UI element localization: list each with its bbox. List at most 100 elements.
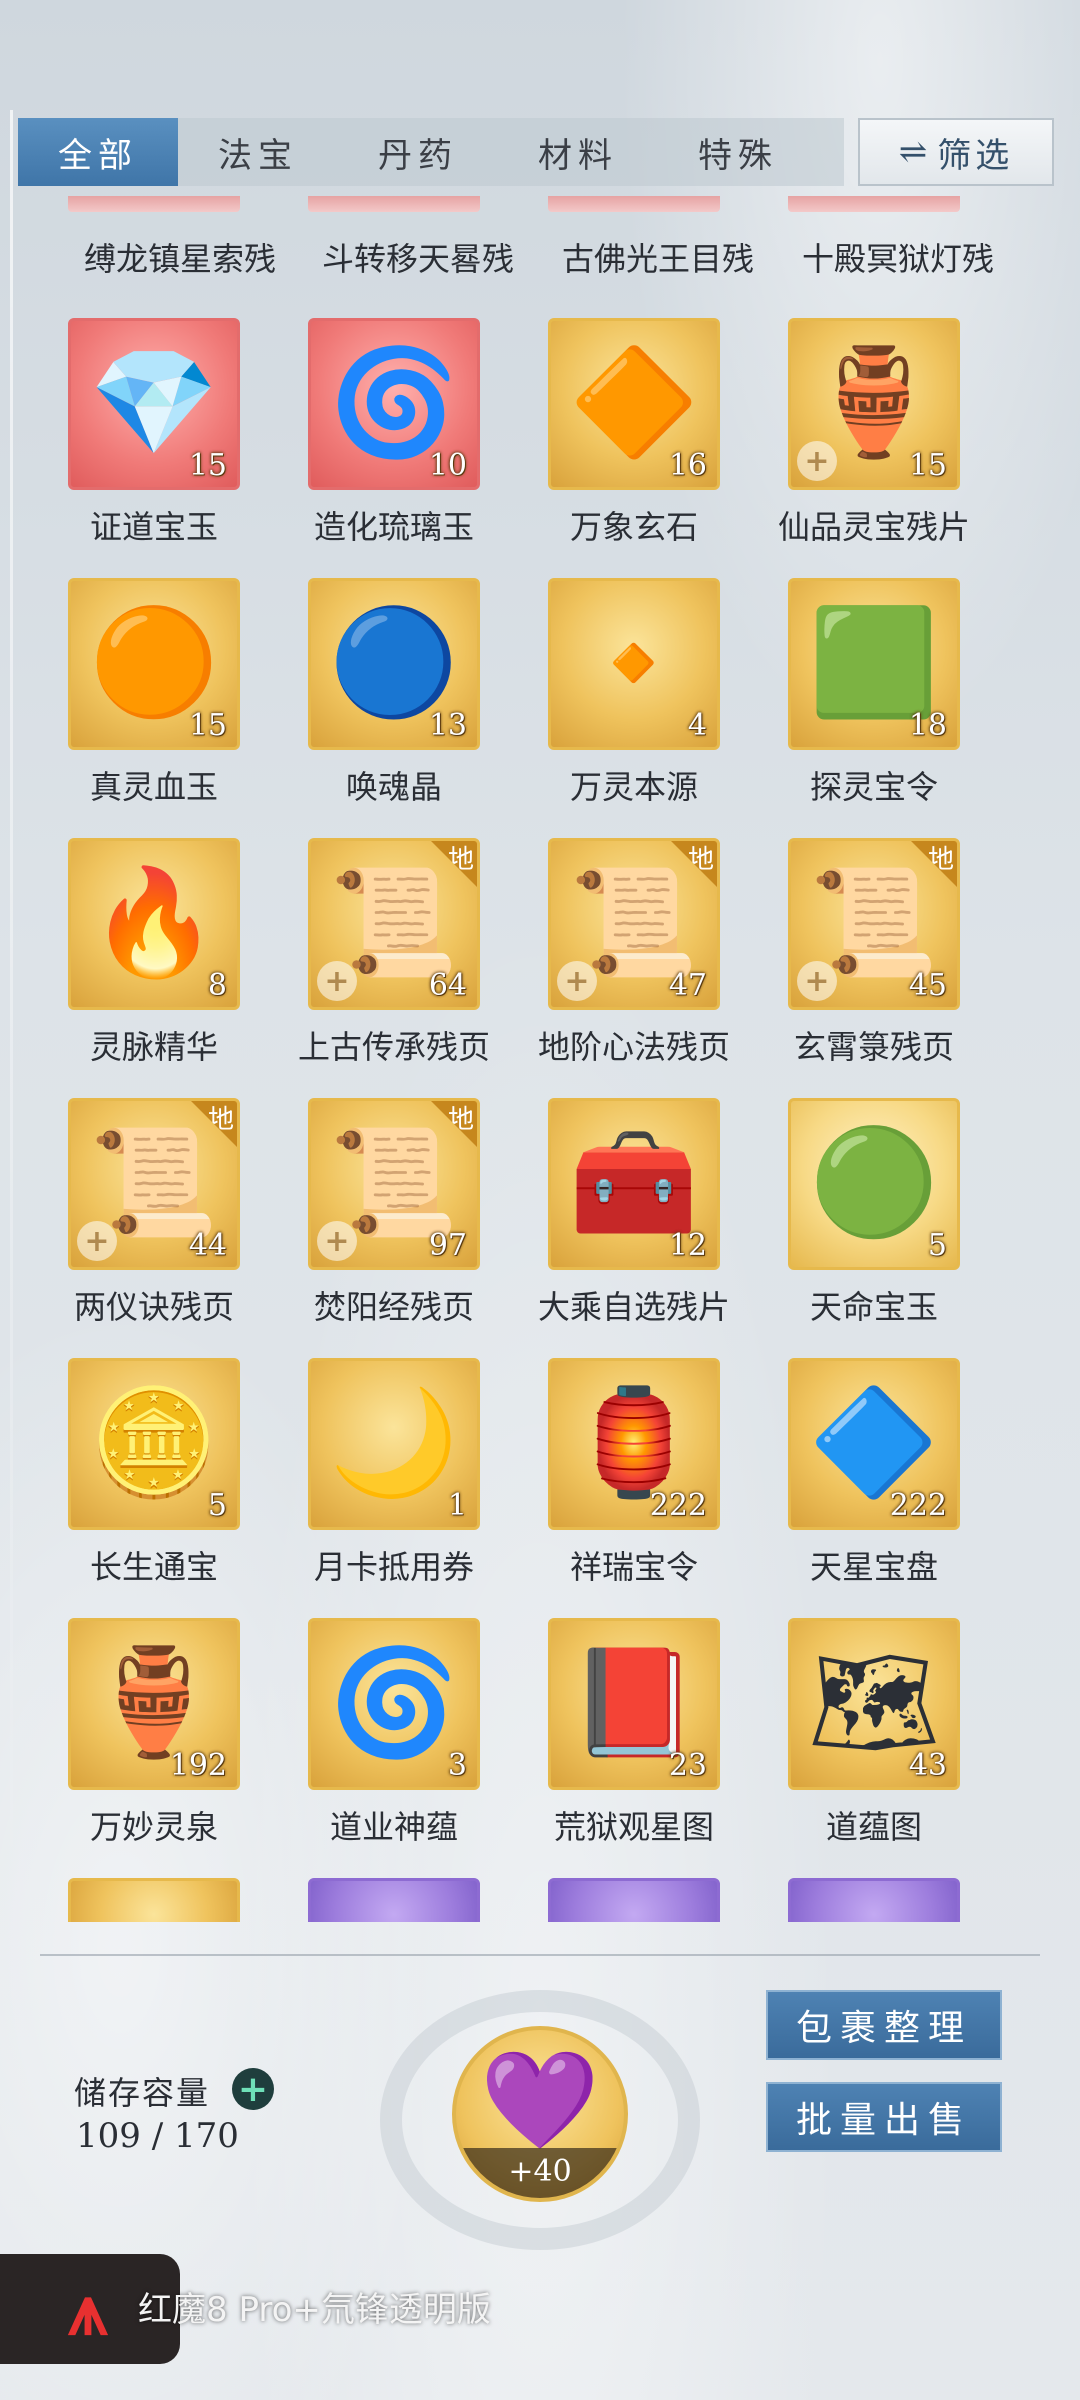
item-tile[interactable]: 🟢 5 bbox=[788, 1098, 960, 1270]
item-cell[interactable]: 📜 地 +97 焚阳经残页 bbox=[274, 1098, 514, 1348]
item-tile[interactable]: 📜 地 +97 bbox=[308, 1098, 480, 1270]
item-name: 万象玄石 bbox=[569, 508, 698, 546]
item-tile-stub[interactable] bbox=[68, 196, 240, 212]
item-name: 探灵宝令 bbox=[809, 768, 938, 806]
item-cell[interactable]: 🌙 1 月卡抵用券 bbox=[274, 1358, 514, 1608]
tab-pills[interactable]: 丹药 bbox=[338, 118, 498, 186]
item-tile[interactable]: 📜 地 +44 bbox=[68, 1098, 240, 1270]
item-tile-stub[interactable] bbox=[548, 196, 720, 212]
item-name: 唤魂晶 bbox=[345, 768, 442, 806]
storage-value: 109 / 170 bbox=[76, 2116, 239, 2156]
item-cell[interactable]: 🔥 8 灵脉精华 bbox=[34, 838, 274, 1088]
item-grid: 缚龙镇星索残 斗转移天晷残 古佛光王目残 十殿冥狱灯残 💎 15 证道宝玉 🌀 10 造化… bbox=[0, 196, 1080, 1922]
item-tile[interactable]: 🏺 +15 bbox=[788, 318, 960, 490]
item-cell[interactable]: 🔷 222 天星宝盘 bbox=[754, 1358, 994, 1608]
category-tabs: 全部 法宝 丹药 材料 特殊 bbox=[18, 118, 844, 186]
tab-special[interactable]: 特殊 bbox=[658, 118, 818, 186]
item-name: 道业神蕴 bbox=[329, 1808, 458, 1846]
item-count: 12 bbox=[668, 1228, 707, 1263]
item-cell-partial[interactable] bbox=[274, 1878, 514, 1922]
item-tile[interactable]: 🌀 10 bbox=[308, 318, 480, 490]
item-cell[interactable]: 🏮 222 祥瑞宝令 bbox=[514, 1358, 754, 1608]
item-cell[interactable]: 📜 地 +47 地阶心法残页 bbox=[514, 838, 754, 1088]
item-count: 13 bbox=[428, 708, 467, 743]
item-cell[interactable]: 🏺 192 万妙灵泉 bbox=[34, 1618, 274, 1868]
tab-treasure[interactable]: 法宝 bbox=[178, 118, 338, 186]
item-tile[interactable]: 🗺 43 bbox=[788, 1618, 960, 1790]
filter-label: 筛选 bbox=[937, 135, 1014, 176]
item-tile[interactable]: 🔵 13 bbox=[308, 578, 480, 750]
item-name: 地阶心法残页 bbox=[537, 1028, 730, 1066]
item-tile[interactable]: 🪙 5 bbox=[68, 1358, 240, 1530]
item-name: 月卡抵用券 bbox=[313, 1548, 474, 1586]
item-name: 造化琉璃玉 bbox=[313, 508, 474, 546]
item-tile-stub[interactable] bbox=[308, 196, 480, 212]
composable-plus-icon: + bbox=[317, 1221, 357, 1261]
item-cell[interactable]: 🌀 3 道业神蕴 bbox=[274, 1618, 514, 1868]
expand-storage-plus-icon[interactable]: + bbox=[232, 2068, 274, 2110]
composable-plus-icon: + bbox=[797, 961, 837, 1001]
composable-plus-icon: + bbox=[797, 441, 837, 481]
item-tile[interactable]: 📕 23 bbox=[548, 1618, 720, 1790]
item-tile[interactable]: 🌀 3 bbox=[308, 1618, 480, 1790]
item-cell[interactable]: 🟠 15 真灵血玉 bbox=[34, 578, 274, 828]
item-tile[interactable]: 🟩 18 bbox=[788, 578, 960, 750]
item-name: 两仪诀残页 bbox=[73, 1288, 234, 1326]
tab-all[interactable]: 全部 bbox=[18, 118, 178, 186]
potion-icon[interactable] bbox=[548, 1878, 720, 1922]
item-name: 万灵本源 bbox=[569, 768, 698, 806]
item-cell[interactable]: 🗺 43 道蕴图 bbox=[754, 1618, 994, 1868]
tab-materials[interactable]: 材料 bbox=[498, 118, 658, 186]
purple-belt-icon: 💜 bbox=[480, 2044, 600, 2156]
item-cell[interactable]: 🔶 16 万象玄石 bbox=[514, 318, 754, 568]
item-cell-partial[interactable] bbox=[514, 1878, 754, 1922]
item-cell-partial[interactable] bbox=[34, 1878, 274, 1922]
item-tile[interactable]: 📜 地 +45 bbox=[788, 838, 960, 1010]
item-count: 43 bbox=[908, 1748, 947, 1783]
organize-bag-button[interactable]: 包裹整理 bbox=[766, 1990, 1002, 2060]
item-name: 天命宝玉 bbox=[809, 1288, 938, 1326]
logo-mark: ⩚ bbox=[68, 2269, 108, 2351]
item-tile[interactable]: 📜 地 +64 bbox=[308, 838, 480, 1010]
item-tile[interactable]: 🔥 8 bbox=[68, 838, 240, 1010]
item-tile[interactable]: 🏺 192 bbox=[68, 1618, 240, 1790]
item-cell[interactable]: 🪙 5 长生通宝 bbox=[34, 1358, 274, 1608]
item-cell[interactable]: 🧰 12 大乘自选残片 bbox=[514, 1098, 754, 1348]
item-tile[interactable]: 🔶 16 bbox=[548, 318, 720, 490]
item-tile[interactable]: 📜 地 +47 bbox=[548, 838, 720, 1010]
featured-item[interactable]: 💜 +40 bbox=[452, 2026, 628, 2202]
item-cell[interactable]: 📕 23 荒狱观星图 bbox=[514, 1618, 754, 1868]
item-count: 5 bbox=[207, 1488, 227, 1523]
item-count: 222 bbox=[649, 1488, 707, 1523]
item-cell-partial[interactable] bbox=[754, 1878, 994, 1922]
item-cell[interactable]: 📜 地 +44 两仪诀残页 bbox=[34, 1098, 274, 1348]
item-cell[interactable]: 🏺 +15 仙品灵宝残片 bbox=[754, 318, 994, 568]
item-cell[interactable]: 🌀 10 造化琉璃玉 bbox=[274, 318, 514, 568]
item-cell[interactable]: 🔵 13 唤魂晶 bbox=[274, 578, 514, 828]
item-name: 玄霄箓残页 bbox=[793, 1028, 954, 1066]
item-cell[interactable]: 📜 地 +64 上古传承残页 bbox=[274, 838, 514, 1088]
item-name: 十殿冥狱灯残 bbox=[801, 240, 994, 278]
item-tile[interactable]: 🏮 222 bbox=[548, 1358, 720, 1530]
item-name: 焚阳经残页 bbox=[313, 1288, 474, 1326]
item-name: 道蕴图 bbox=[825, 1808, 922, 1846]
item-cell[interactable]: 📜 地 +45 玄霄箓残页 bbox=[754, 838, 994, 1088]
item-tile[interactable]: 🟠 15 bbox=[68, 578, 240, 750]
item-icon[interactable] bbox=[68, 1878, 240, 1922]
item-tile[interactable]: 🧰 12 bbox=[548, 1098, 720, 1270]
item-cell[interactable]: 💎 15 证道宝玉 bbox=[34, 318, 274, 568]
item-tile[interactable]: 🔷 222 bbox=[788, 1358, 960, 1530]
item-cell[interactable]: 🟩 18 探灵宝令 bbox=[754, 578, 994, 828]
filter-button[interactable]: ⇌ 筛选 bbox=[858, 118, 1054, 186]
bulk-sell-button[interactable]: 批量出售 bbox=[766, 2082, 1002, 2152]
potion-icon[interactable] bbox=[788, 1878, 960, 1922]
item-cell[interactable]: 🔸 4 万灵本源 bbox=[514, 578, 754, 828]
item-count: 15 bbox=[908, 448, 947, 483]
item-tile[interactable]: 💎 15 bbox=[68, 318, 240, 490]
item-icon[interactable] bbox=[308, 1878, 480, 1922]
item-tile-stub[interactable] bbox=[788, 196, 960, 212]
item-cell[interactable]: 🟢 5 天命宝玉 bbox=[754, 1098, 994, 1348]
item-tile[interactable]: 🌙 1 bbox=[308, 1358, 480, 1530]
bottom-divider bbox=[40, 1954, 1040, 1956]
item-tile[interactable]: 🔸 4 bbox=[548, 578, 720, 750]
